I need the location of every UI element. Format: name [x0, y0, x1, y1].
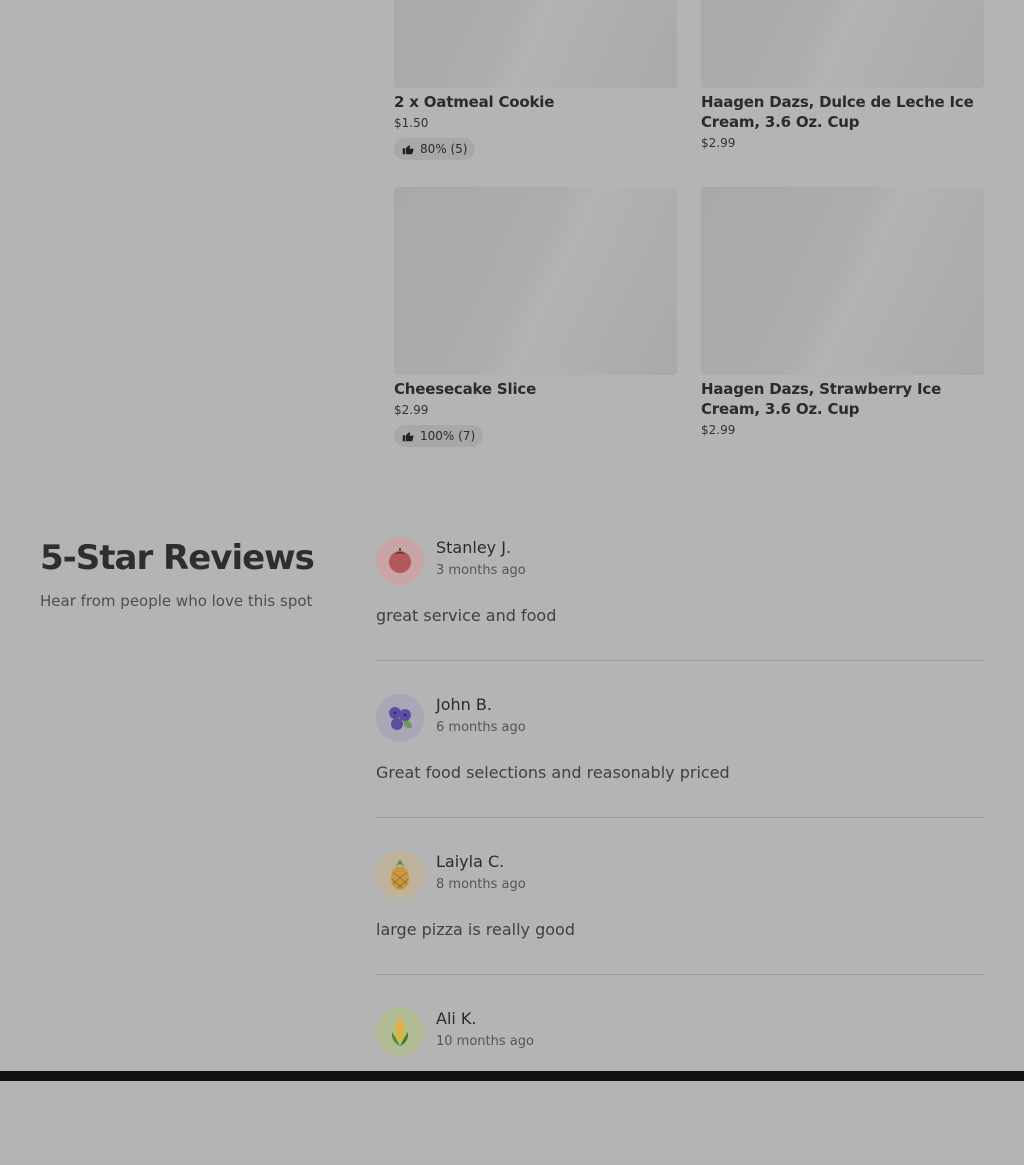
bottom-bar: [0, 1071, 1024, 1081]
menu-item-rating: 100% (7): [394, 425, 484, 447]
review-author: Ali K.: [436, 1009, 477, 1028]
review-item: Laiyla C. 8 months ago large pizza is re…: [376, 851, 984, 1008]
corn-icon: [391, 1019, 409, 1046]
review-item: Ali K. 10 months ago: [376, 1008, 984, 1165]
pineapple-icon: [391, 859, 409, 890]
reviews-subtitle: Hear from people who love this spot: [40, 592, 313, 610]
menu-item-rating: 80% (5): [394, 138, 476, 160]
avatar: [376, 851, 424, 899]
rating-label: 100% (7): [420, 429, 476, 443]
review-author: John B.: [436, 695, 492, 714]
review-time: 6 months ago: [436, 720, 526, 735]
divider: [376, 817, 984, 818]
review-time: 10 months ago: [436, 1034, 534, 1049]
review-text: large pizza is really good: [376, 920, 575, 939]
menu-item-card[interactable]: Haagen Dazs, Strawberry Ice Cream, 3.6 O…: [701, 187, 984, 439]
menu-item-price: $2.99: [701, 136, 736, 150]
review-time: 8 months ago: [436, 877, 526, 892]
apple-icon: [389, 548, 411, 573]
review-time: 3 months ago: [436, 563, 526, 578]
review-item: John B. 6 months ago Great food selectio…: [376, 694, 984, 851]
menu-item-name: Cheesecake Slice: [394, 380, 537, 398]
review-author: Stanley J.: [436, 538, 512, 557]
avatar: [376, 694, 424, 742]
menu-item-card[interactable]: Cheesecake Slice $2.99 100% (7): [394, 187, 677, 447]
divider: [376, 974, 984, 975]
menu-item-card[interactable]: 2 x Oatmeal Cookie $1.50 80% (5): [394, 0, 677, 160]
menu-item-name: Haagen Dazs, Dulce de Leche Ice Cream, 3…: [701, 93, 974, 131]
menu-item-name: 2 x Oatmeal Cookie: [394, 93, 555, 111]
reviews-title: 5-Star Reviews: [40, 538, 315, 578]
review-author-block: Laiyla C. 8 months ago: [436, 851, 526, 892]
menu-item-image[interactable]: [394, 187, 677, 375]
review-text: Great food selections and reasonably pri…: [376, 763, 730, 782]
review-item: Stanley J. 3 months ago great service an…: [376, 537, 984, 694]
divider: [376, 660, 984, 661]
menu-item-card[interactable]: Haagen Dazs, Dulce de Leche Ice Cream, 3…: [701, 0, 984, 152]
review-author: Laiyla C.: [436, 852, 505, 871]
avatar: [376, 1008, 424, 1056]
reviews-header: 5-Star Reviews Hear from people who love…: [40, 536, 315, 610]
menu-item-image[interactable]: [701, 187, 984, 375]
menu-item-price: $2.99: [701, 423, 736, 437]
thumbs-up-icon: [402, 432, 414, 442]
review-author-block: John B. 6 months ago: [436, 694, 526, 735]
rating-label: 80% (5): [420, 142, 468, 156]
menu-item-image[interactable]: [394, 0, 677, 88]
menu-item-price: $2.99: [394, 403, 429, 417]
review-author-block: Ali K. 10 months ago: [436, 1008, 534, 1049]
review-author-block: Stanley J. 3 months ago: [436, 537, 526, 578]
thumbs-up-icon: [402, 145, 414, 155]
menu-item-price: $1.50: [394, 116, 429, 130]
avatar: [376, 537, 424, 585]
blueberry-icon: [389, 707, 412, 730]
review-text: great service and food: [376, 606, 557, 625]
menu-item-image[interactable]: [701, 0, 984, 88]
menu-item-name: Haagen Dazs, Strawberry Ice Cream, 3.6 O…: [701, 380, 942, 418]
